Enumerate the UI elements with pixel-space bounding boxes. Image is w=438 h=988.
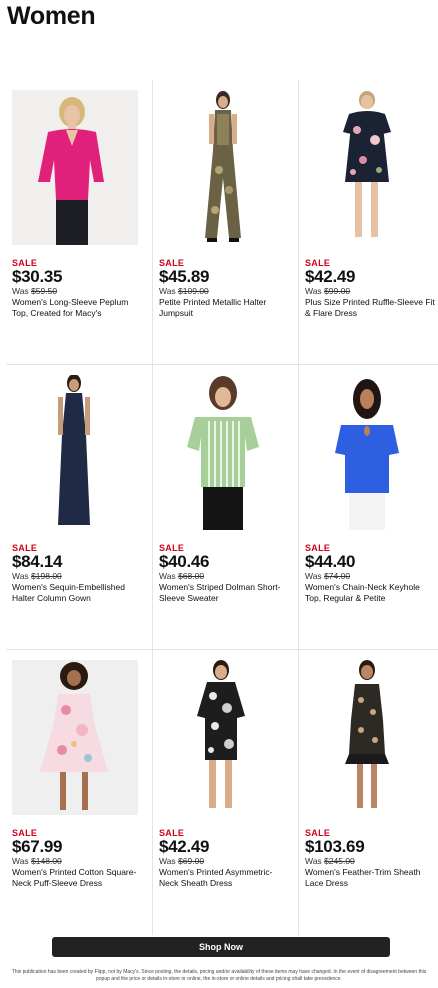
- product-name[interactable]: Women's Printed Asymmetric-Neck Sheath D…: [159, 867, 291, 889]
- original-price: Was $59.50: [12, 286, 58, 296]
- sale-price: $44.40: [305, 552, 356, 571]
- shop-now-button[interactable]: Shop Now: [52, 937, 390, 957]
- product-name[interactable]: Women's Chain-Neck Keyhole Top, Regular …: [305, 582, 437, 604]
- sale-price: $84.14: [12, 552, 63, 571]
- original-price: Was $109.00: [159, 286, 209, 296]
- product-image[interactable]: [159, 375, 285, 530]
- product-card[interactable]: SALE $42.49 Was $99.00 Plus Size Printed…: [298, 80, 438, 365]
- sale-price: $67.99: [12, 837, 63, 856]
- product-name[interactable]: Women's Striped Dolman Short-Sleeve Swea…: [159, 582, 291, 604]
- product-name[interactable]: Women's Printed Cotton Square-Neck Puff-…: [12, 867, 144, 889]
- sale-price: $30.35: [12, 267, 63, 286]
- product-name[interactable]: Women's Long-Sleeve Peplum Top, Created …: [12, 297, 144, 319]
- product-image[interactable]: [159, 90, 285, 245]
- sale-price: $42.49: [159, 837, 210, 856]
- product-image[interactable]: [305, 375, 431, 530]
- product-card[interactable]: SALE $45.89 Was $109.00 Petite Printed M…: [152, 80, 298, 365]
- product-grid: SALE $30.35 Was $59.50 Women's Long-Slee…: [6, 80, 438, 935]
- disclaimer-text: This publication has been created by Fli…: [11, 969, 427, 982]
- sale-price: $45.89: [159, 267, 210, 286]
- product-name[interactable]: Plus Size Printed Ruffle-Sleeve Fit & Fl…: [305, 297, 437, 319]
- product-name[interactable]: Women's Feather-Trim Sheath Lace Dress: [305, 867, 437, 889]
- product-row: SALE $67.99 Was $148.00 Women's Printed …: [6, 650, 438, 935]
- sale-price: $40.46: [159, 552, 210, 571]
- product-card[interactable]: SALE $103.69 Was $245.00 Women's Feather…: [298, 650, 438, 935]
- product-card[interactable]: SALE $40.46 Was $68.00 Women's Striped D…: [152, 365, 298, 650]
- product-card[interactable]: SALE $67.99 Was $148.00 Women's Printed …: [6, 650, 152, 935]
- original-price: Was $148.00: [12, 856, 62, 866]
- product-image[interactable]: [12, 375, 138, 530]
- product-image[interactable]: [12, 90, 138, 245]
- product-name[interactable]: Women's Sequin-Embellished Halter Column…: [12, 582, 144, 604]
- product-card[interactable]: SALE $42.49 Was $69.00 Women's Printed A…: [152, 650, 298, 935]
- product-image[interactable]: [159, 660, 285, 815]
- product-row: SALE $84.14 Was $198.00 Women's Sequin-E…: [6, 365, 438, 650]
- sale-price: $103.69: [305, 837, 365, 856]
- original-price: Was $99.00: [305, 286, 351, 296]
- product-name[interactable]: Petite Printed Metallic Halter Jumpsuit: [159, 297, 291, 319]
- product-row: SALE $30.35 Was $59.50 Women's Long-Slee…: [6, 80, 438, 365]
- product-card[interactable]: SALE $30.35 Was $59.50 Women's Long-Slee…: [6, 80, 152, 365]
- page-title: Women: [7, 2, 96, 30]
- original-price: Was $198.00: [12, 571, 62, 581]
- product-image[interactable]: [12, 660, 138, 815]
- original-price: Was $68.00: [159, 571, 205, 581]
- sale-price: $42.49: [305, 267, 356, 286]
- product-image[interactable]: [305, 90, 431, 245]
- original-price: Was $245.00: [305, 856, 355, 866]
- product-image[interactable]: [305, 660, 431, 815]
- product-card[interactable]: SALE $84.14 Was $198.00 Women's Sequin-E…: [6, 365, 152, 650]
- original-price: Was $74.00: [305, 571, 351, 581]
- original-price: Was $69.00: [159, 856, 205, 866]
- product-card[interactable]: SALE $44.40 Was $74.00 Women's Chain-Nec…: [298, 365, 438, 650]
